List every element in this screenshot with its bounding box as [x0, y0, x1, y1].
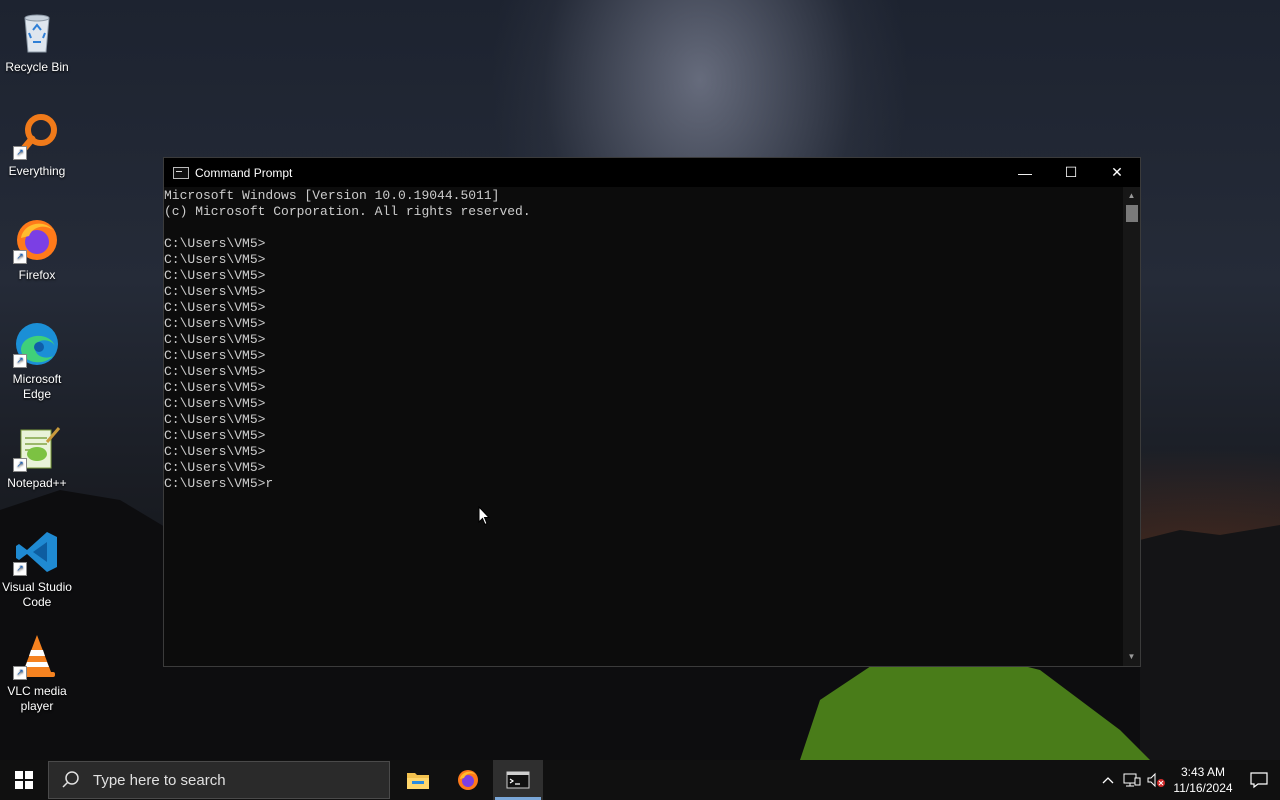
edge-icon: ↗ — [13, 320, 61, 368]
terminal-line: C:\Users\VM5> — [164, 332, 266, 347]
firefox-icon — [458, 770, 478, 790]
terminal-line: C:\Users\VM5> — [164, 444, 266, 459]
desktop-icon-firefox[interactable]: ↗ Firefox — [0, 216, 74, 283]
firefox-icon: ↗ — [13, 216, 61, 264]
desktop-icon-label: Microsoft Edge — [12, 372, 62, 401]
terminal-line: C:\Users\VM5> — [164, 316, 266, 331]
search-placeholder: Type here to search — [93, 771, 226, 789]
terminal-line: C:\Users\VM5> — [164, 380, 266, 395]
desktop-icon-label: Everything — [8, 164, 66, 178]
cmd-app-icon — [173, 166, 189, 179]
clock-time: 3:43 AM — [1180, 765, 1226, 779]
desktop-icon-everything[interactable]: ↗ Everything — [0, 112, 74, 179]
clock-date: 11/16/2024 — [1173, 781, 1233, 795]
folder-icon — [407, 773, 429, 789]
shortcut-arrow-icon: ↗ — [13, 666, 27, 680]
start-button[interactable] — [0, 760, 48, 800]
mouse-pointer-icon — [478, 506, 490, 526]
desktop-icon-recycle-bin[interactable]: Recycle Bin — [0, 8, 74, 75]
desktop-icon-label: Visual Studio Code — [2, 580, 72, 609]
terminal-line: C:\Users\VM5> — [164, 284, 266, 299]
taskbar-clock[interactable]: 3:43 AM 11/16/2024 — [1168, 764, 1238, 796]
desktop-icon-vlc[interactable]: ↗ VLC media player — [0, 632, 74, 714]
shortcut-arrow-icon: ↗ — [13, 146, 27, 160]
terminal-line: C:\Users\VM5> — [164, 428, 266, 443]
scroll-down-icon[interactable]: ▼ — [1123, 650, 1140, 664]
desktop-icon-label: Firefox — [18, 268, 56, 282]
terminal-line: C:\Users\VM5> — [164, 412, 266, 427]
notepad-plus-plus-icon: ↗ — [13, 424, 61, 472]
everything-icon: ↗ — [13, 112, 61, 160]
terminal-line: C:\Users\VM5> — [164, 364, 266, 379]
desktop-icon-microsoft-edge[interactable]: ↗ Microsoft Edge — [0, 320, 74, 402]
terminal-line: C:\Users\VM5> — [164, 460, 266, 475]
desktop-icon-notepad-plus-plus[interactable]: ↗ Notepad++ — [0, 424, 74, 491]
close-button[interactable]: ✕ — [1094, 158, 1140, 187]
command-prompt-window[interactable]: Command Prompt — ☐ ✕ Microsoft Windows [… — [163, 157, 1141, 667]
window-title: Command Prompt — [195, 165, 293, 180]
action-center-button[interactable] — [1238, 760, 1280, 800]
taskbar: Type here to search 3:43 AM 11/16/2024 — [0, 760, 1280, 800]
terminal-line: C:\Users\VM5> — [164, 268, 266, 283]
terminal-line: C:\Users\VM5> — [164, 300, 266, 315]
taskbar-firefox[interactable] — [443, 760, 493, 800]
taskbar-command-prompt[interactable] — [493, 760, 543, 800]
shortcut-arrow-icon: ↗ — [13, 354, 27, 368]
terminal-output[interactable]: Microsoft Windows [Version 10.0.19044.50… — [164, 187, 1123, 666]
terminal-icon — [506, 771, 530, 789]
shortcut-arrow-icon: ↗ — [13, 562, 27, 576]
maximize-button[interactable]: ☐ — [1048, 158, 1094, 187]
network-icon[interactable] — [1120, 760, 1144, 800]
scroll-up-icon[interactable]: ▲ — [1123, 189, 1140, 203]
shortcut-arrow-icon: ↗ — [13, 458, 27, 472]
taskbar-search-box[interactable]: Type here to search — [48, 761, 390, 799]
volume-muted-icon[interactable] — [1144, 760, 1168, 800]
terminal-line: C:\Users\VM5> — [164, 396, 266, 411]
notification-icon — [1250, 772, 1268, 789]
vscode-icon: ↗ — [13, 528, 61, 576]
window-titlebar[interactable]: Command Prompt — ☐ ✕ — [164, 158, 1140, 187]
system-tray: 3:43 AM 11/16/2024 — [1096, 760, 1280, 800]
desktop-icon-label: Notepad++ — [7, 476, 67, 490]
desktop-icon-label: VLC media player — [7, 684, 67, 713]
desktop-icon-label: Recycle Bin — [5, 60, 69, 74]
terminal-line: C:\Users\VM5>r — [164, 476, 274, 491]
terminal-line: C:\Users\VM5> — [164, 252, 266, 267]
terminal-line: Microsoft Windows [Version 10.0.19044.50… — [164, 188, 500, 203]
terminal-line: C:\Users\VM5> — [164, 236, 266, 251]
shortcut-arrow-icon: ↗ — [13, 250, 27, 264]
minimize-button[interactable]: — — [1002, 158, 1048, 187]
recycle-bin-icon — [13, 8, 61, 56]
search-icon — [62, 771, 79, 788]
vertical-scrollbar[interactable]: ▲ ▼ — [1123, 187, 1140, 666]
vlc-cone-icon: ↗ — [13, 632, 61, 680]
scrollbar-thumb[interactable] — [1126, 205, 1138, 222]
show-hidden-icons-chevron-icon[interactable] — [1096, 760, 1120, 800]
desktop-icon-vscode[interactable]: ↗ Visual Studio Code — [0, 528, 74, 610]
terminal-line: (c) Microsoft Corporation. All rights re… — [164, 204, 531, 219]
terminal-line: C:\Users\VM5> — [164, 348, 266, 363]
windows-logo-icon — [15, 771, 33, 789]
taskbar-file-explorer[interactable] — [393, 760, 443, 800]
